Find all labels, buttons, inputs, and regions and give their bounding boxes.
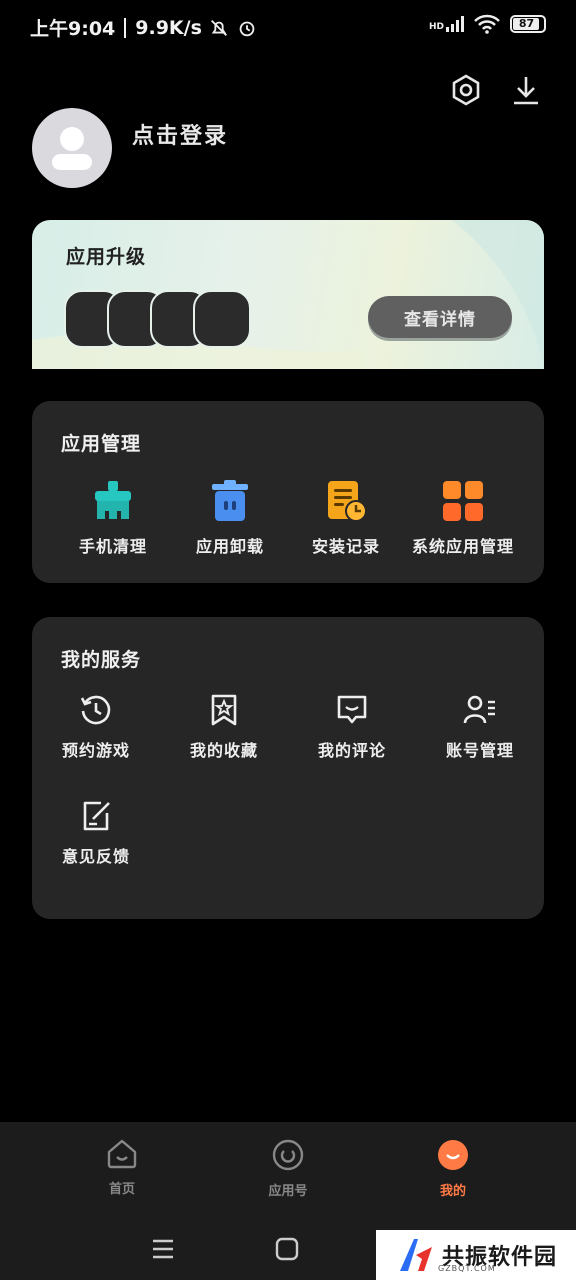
comment-icon (337, 695, 367, 724)
settings-button[interactable] (448, 72, 484, 108)
battery-icon: 87 (510, 15, 546, 33)
app-uninstall-item[interactable]: 应用卸载 (182, 479, 278, 557)
upgrade-app-icons (64, 290, 264, 348)
header-actions (448, 72, 544, 108)
phone-clean-item[interactable]: 手机清理 (65, 479, 161, 557)
nav-home[interactable]: 首页 (82, 1138, 162, 1197)
app-upgrade-card[interactable]: 应用升级 查看详情 (32, 220, 544, 369)
item-label: 账号管理 (445, 741, 514, 760)
me-page: { "status_bar": { "time": "上午9:04", "spe… (0, 0, 576, 1280)
download-icon (514, 77, 538, 105)
home-icon (107, 1139, 137, 1169)
brand-watermark: 共振软件园 GZBQT.COM (376, 1230, 576, 1280)
history-clock-icon (80, 695, 111, 725)
network-speed: 9.9K/s (135, 16, 202, 39)
grid-apps-icon (443, 481, 483, 521)
install-record-icon (328, 481, 367, 522)
account-manage-item[interactable]: 账号管理 (440, 693, 520, 761)
alarm-icon (239, 21, 255, 36)
item-label: 我的收藏 (189, 741, 258, 760)
brand-url: GZBQT.COM (438, 1264, 496, 1273)
battery-level: 87 (518, 17, 535, 30)
brand-logo-icon (400, 1239, 432, 1271)
nav-label: 首页 (108, 1182, 135, 1197)
nav-app-number[interactable]: 应用号 (248, 1138, 328, 1199)
app-number-icon (272, 1139, 304, 1171)
section-title: 我的服务 (61, 649, 142, 671)
home-square-icon[interactable] (272, 1234, 302, 1264)
status-bar: 上午9:04 9.9K/s HD 87 (0, 0, 576, 56)
download-button[interactable] (508, 72, 544, 108)
nav-me[interactable]: 我的 (413, 1138, 493, 1199)
nav-label: 应用号 (268, 1184, 308, 1199)
mute-bell-icon (210, 19, 227, 36)
account-list-icon (463, 695, 495, 724)
status-separator (124, 17, 127, 38)
status-right: HD 87 (429, 14, 546, 34)
broom-clean-icon (95, 481, 131, 519)
my-services-card: 我的服务 预约游戏 我的收藏 我的评论 账号管理 意见反馈 (32, 617, 544, 919)
wifi-icon (474, 14, 500, 34)
me-icon (438, 1140, 468, 1170)
install-record-item[interactable]: 安装记录 (298, 479, 394, 557)
trash-icon (212, 480, 248, 521)
bookmark-star-icon (211, 694, 237, 726)
menu-icon[interactable] (148, 1234, 178, 1264)
view-details-button[interactable]: 查看详情 (368, 296, 512, 338)
system-app-manage-item[interactable]: 系统应用管理 (406, 479, 520, 557)
my-favorites-item[interactable]: 我的收藏 (184, 693, 264, 761)
avatar[interactable] (32, 108, 112, 188)
my-comments-item[interactable]: 我的评论 (312, 693, 392, 761)
feedback-edit-icon (83, 801, 110, 831)
item-label: 我的评论 (317, 741, 386, 760)
status-left: 上午9:04 9.9K/s (30, 14, 258, 41)
section-title: 应用管理 (61, 433, 142, 455)
item-label: 应用卸载 (195, 537, 264, 556)
login-link[interactable]: 点击登录 (132, 118, 228, 150)
item-label: 手机清理 (78, 537, 147, 556)
status-time: 上午9:04 (30, 18, 116, 40)
hd-signal-icon: HD (429, 16, 464, 32)
item-label: 安装记录 (311, 537, 380, 556)
item-label: 预约游戏 (61, 741, 130, 760)
feedback-item[interactable]: 意见反馈 (56, 799, 136, 867)
bottom-nav: 首页 应用号 我的 (0, 1122, 576, 1218)
reserve-games-item[interactable]: 预约游戏 (56, 693, 136, 761)
app-management-card: 应用管理 手机清理 应用卸载 安装记录 系统应用管理 (32, 401, 544, 583)
item-label: 意见反馈 (61, 847, 130, 866)
nav-label: 我的 (439, 1184, 466, 1199)
item-label: 系统应用管理 (411, 537, 514, 556)
app-icon (193, 290, 251, 348)
hd-label: HD (428, 22, 444, 32)
user-avatar-icon (52, 127, 92, 170)
settings-hex-icon (452, 74, 480, 106)
upgrade-title: 应用升级 (66, 246, 147, 268)
